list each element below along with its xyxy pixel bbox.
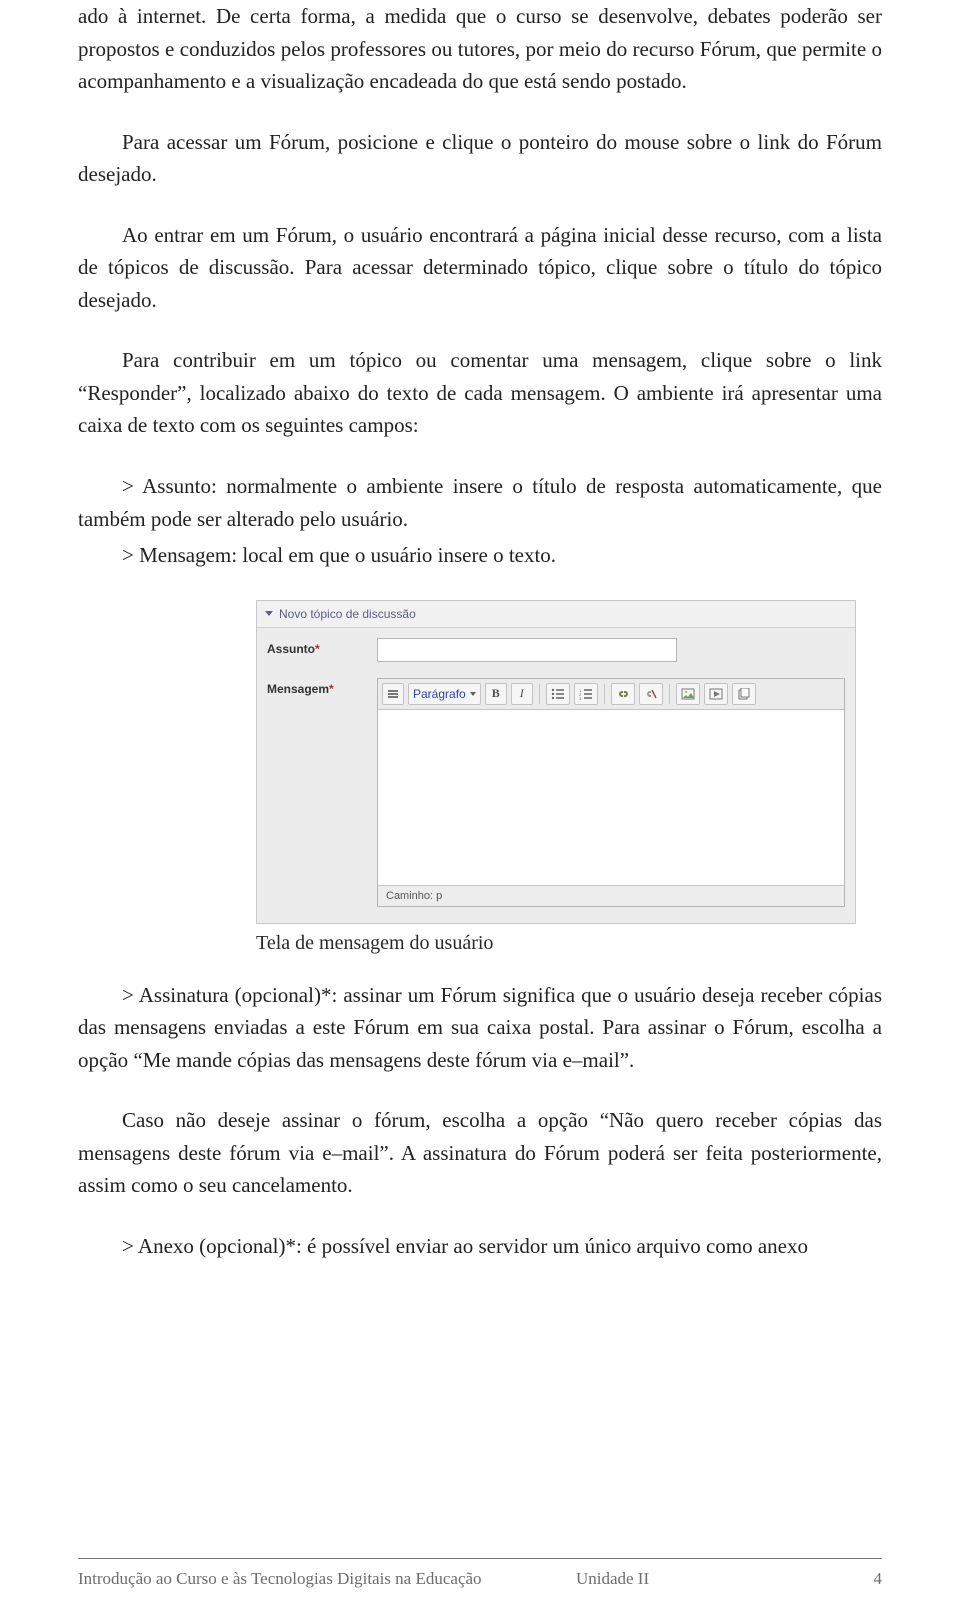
required-asterisk: * [315, 642, 320, 656]
paragraph-8: Caso não deseje assinar o fórum, escolha… [78, 1104, 882, 1202]
required-asterisk: * [329, 682, 334, 696]
insert-media-button[interactable] [704, 683, 728, 705]
bold-button[interactable]: B [485, 683, 507, 705]
svg-text:3: 3 [579, 696, 582, 700]
subject-control [377, 638, 845, 662]
list-item-mensagem: > Mensagem: local em que o usuário inser… [78, 539, 882, 572]
body-text: ado à internet. De certa forma, a medida… [78, 0, 882, 572]
footer-page-number: 4 [874, 1569, 883, 1589]
chevron-down-icon [470, 692, 476, 696]
label-message: Mensagem* [267, 678, 377, 696]
form-rows: Assunto* Mensagem* [257, 628, 855, 907]
toggle-toolbar-button[interactable] [382, 683, 404, 705]
form-panel: Novo tópico de discussão Assunto* Mensag… [256, 600, 856, 924]
paragraph-9: > Anexo (opcional)*: é possível enviar a… [78, 1230, 882, 1263]
footer-center: Unidade II [576, 1569, 649, 1589]
body-text-2: > Assinatura (opcional)*: assinar um Fór… [78, 979, 882, 1263]
editor-content-area[interactable] [378, 710, 844, 885]
editor-figure: Novo tópico de discussão Assunto* Mensag… [256, 600, 858, 924]
panel-header[interactable]: Novo tópico de discussão [257, 601, 855, 628]
paragraph-7: > Assinatura (opcional)*: assinar um Fór… [78, 979, 882, 1077]
manage-files-button[interactable] [732, 683, 756, 705]
footer-rule [78, 1558, 882, 1559]
toolbar-separator [604, 684, 605, 704]
row-subject: Assunto* [267, 638, 845, 662]
paragraph-2: Para acessar um Fórum, posicione e cliqu… [78, 126, 882, 191]
message-control: Parágrafo B I 123 [377, 678, 845, 907]
page: ado à internet. De certa forma, a medida… [0, 0, 960, 1609]
footer-left: Introdução ao Curso e às Tecnologias Dig… [78, 1569, 482, 1589]
paragraph-1: ado à internet. De certa forma, a medida… [78, 0, 882, 98]
row-message: Mensagem* Parágrafo B [267, 678, 845, 907]
editor-toolbar: Parágrafo B I 123 [378, 679, 844, 710]
unlink-button[interactable] [639, 683, 663, 705]
figure-caption: Tela de mensagem do usuário [256, 932, 882, 955]
paragraph-3: Ao entrar em um Fórum, o usuário encontr… [78, 219, 882, 317]
link-button[interactable] [611, 683, 635, 705]
footer: Introdução ao Curso e às Tecnologias Dig… [78, 1569, 882, 1589]
paragraph-4: Para contribuir em um tópico ou comentar… [78, 344, 882, 442]
bulleted-list-button[interactable] [546, 683, 570, 705]
list-item-assunto: > Assunto: normalmente o ambiente insere… [78, 470, 882, 535]
label-subject: Assunto* [267, 638, 377, 656]
insert-image-button[interactable] [676, 683, 700, 705]
rich-text-editor: Parágrafo B I 123 [377, 678, 845, 907]
toolbar-separator [539, 684, 540, 704]
caret-down-icon [265, 611, 273, 616]
italic-button[interactable]: I [511, 683, 533, 705]
panel-title: Novo tópico de discussão [279, 607, 416, 621]
editor-status-bar: Caminho: p [378, 885, 844, 906]
subject-input[interactable] [377, 638, 677, 662]
paragraph-format-dropdown[interactable]: Parágrafo [408, 683, 481, 705]
numbered-list-button[interactable]: 123 [574, 683, 598, 705]
toolbar-separator [669, 684, 670, 704]
